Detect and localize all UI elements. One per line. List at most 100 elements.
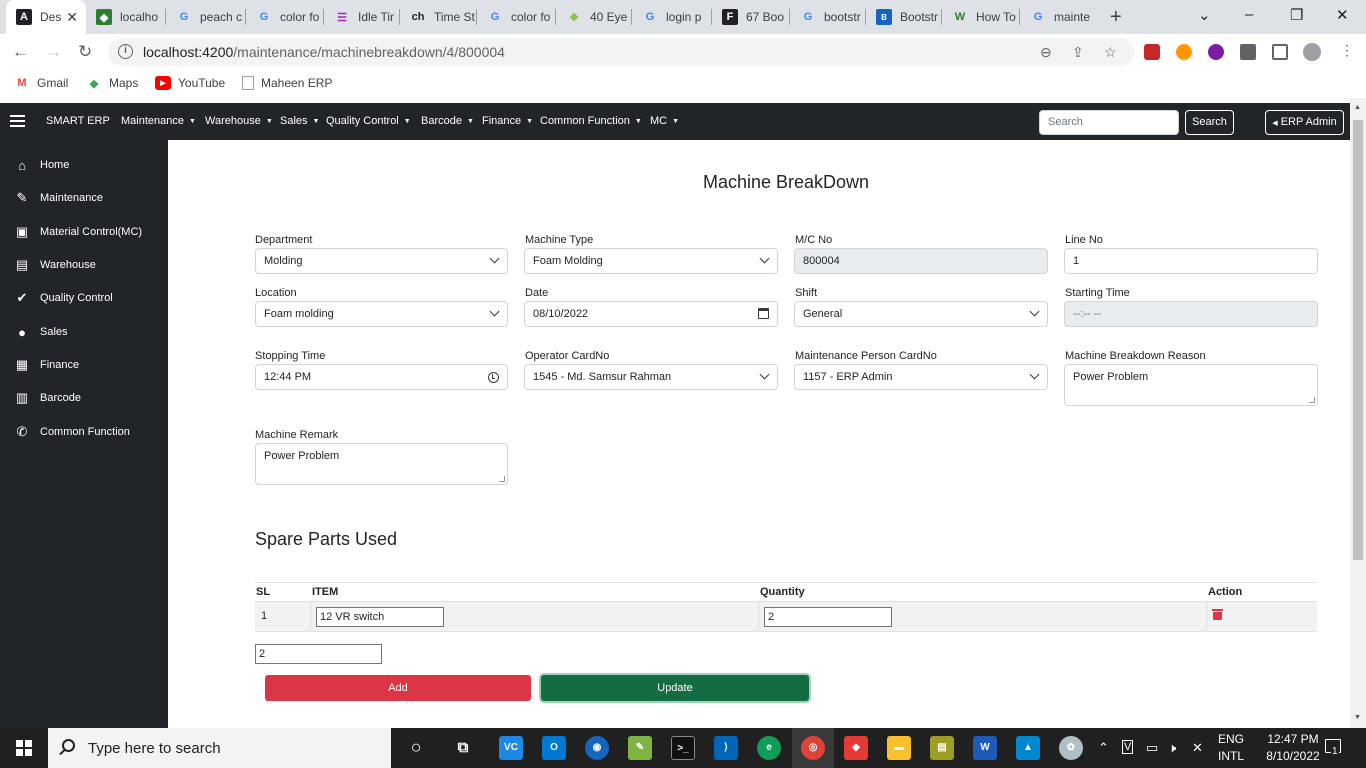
task-view-icon[interactable]: ⧉: [451, 736, 475, 760]
menu-maintenance[interactable]: Maintenance ▼: [121, 115, 196, 127]
browser-tab[interactable]: ☰ Idle Tir: [324, 0, 400, 34]
show-hidden-icons[interactable]: ⌃: [1098, 740, 1109, 756]
puzzle-icon[interactable]: [1240, 44, 1256, 60]
cortana-icon[interactable]: ○: [404, 736, 428, 760]
windows-start-icon[interactable]: [16, 740, 32, 756]
chrome-icon[interactable]: ◎: [801, 736, 825, 760]
taskbar-search[interactable]: Type here to search: [48, 728, 391, 768]
browser-tab[interactable]: F 67 Boo: [712, 0, 790, 34]
extra-input[interactable]: 2: [255, 644, 382, 664]
browser-tab[interactable]: ch Time St: [400, 0, 477, 34]
sidebar-item-quality-control[interactable]: ✔ Quality Control: [0, 288, 168, 308]
scroll-up-icon[interactable]: ▲: [1354, 104, 1361, 111]
terminal-icon[interactable]: >_: [671, 736, 695, 760]
browser-tab[interactable]: G peach c: [166, 0, 246, 34]
user-dropdown-button[interactable]: ◀ ERP Admin: [1265, 110, 1344, 135]
item-input[interactable]: 12 VR switch: [316, 607, 444, 627]
edge-icon[interactable]: e: [757, 736, 781, 760]
anydesk-icon[interactable]: ◆: [844, 736, 868, 760]
remark-textarea[interactable]: Power Problem: [255, 443, 508, 485]
bookmark-maps[interactable]: ◆ Maps: [86, 76, 139, 90]
scroll-thumb[interactable]: [1353, 120, 1363, 560]
date-field[interactable]: 08/10/2022: [524, 301, 778, 327]
ublock-icon[interactable]: [1144, 44, 1160, 60]
address-bar[interactable]: i localhost:4200/maintenance/machinebrea…: [108, 38, 1134, 66]
resize-grip-icon[interactable]: [499, 476, 505, 482]
notepad-plus-icon[interactable]: ✎: [628, 736, 652, 760]
color-picker-icon[interactable]: [1208, 44, 1224, 60]
navbar-search-button[interactable]: Search: [1185, 110, 1234, 135]
pen-icon[interactable]: ✕: [1192, 740, 1203, 756]
menu-common-function[interactable]: Common Function ▼: [540, 115, 642, 127]
forward-icon[interactable]: →: [45, 42, 62, 62]
page-scrollbar[interactable]: ▲ ▼: [1350, 98, 1366, 728]
bookmark-maheen-erp[interactable]: Maheen ERP: [242, 76, 332, 90]
language-indicator[interactable]: ENG: [1218, 732, 1244, 746]
sidebar-item-maintenance[interactable]: ✎ Maintenance: [0, 188, 168, 208]
bookmark-gmail[interactable]: M Gmail: [14, 76, 68, 90]
firefox-icon[interactable]: ◉: [585, 736, 609, 760]
sidebar-item-material-control[interactable]: ▣ Material Control(MC): [0, 222, 168, 242]
menu-mc[interactable]: MC ▼: [650, 115, 679, 127]
browser-tab[interactable]: ◆ localho: [86, 0, 166, 34]
operator-select[interactable]: 1545 - Md. Samsur Rahman: [524, 364, 778, 390]
zoom-icon[interactable]: ⊖: [1040, 44, 1052, 61]
browser-tab[interactable]: ❖ 40 Eye: [556, 0, 632, 34]
browser-tab[interactable]: G bootstr: [790, 0, 866, 34]
machine-type-select[interactable]: Foam Molding: [524, 248, 778, 274]
network-icon[interactable]: ▭: [1146, 740, 1158, 756]
breakdown-reason-textarea[interactable]: Power Problem: [1064, 364, 1318, 406]
outlook-icon[interactable]: O: [542, 736, 566, 760]
file-explorer-icon[interactable]: ▬: [887, 736, 911, 760]
sidebar-item-barcode[interactable]: ▥ Barcode: [0, 388, 168, 408]
close-window-icon[interactable]: ✕: [1336, 6, 1349, 24]
sidebar-item-warehouse[interactable]: ▤ Warehouse: [0, 255, 168, 275]
sidebar-item-common-function[interactable]: ✆ Common Function: [0, 422, 168, 442]
hamburger-menu-icon[interactable]: [10, 115, 25, 127]
minimize-icon[interactable]: –: [1245, 6, 1253, 23]
scroll-down-icon[interactable]: ▼: [1354, 714, 1361, 721]
bookmark-star-icon[interactable]: ☆: [1104, 44, 1117, 61]
share-icon[interactable]: ⇪: [1072, 44, 1084, 61]
volume-muted-icon[interactable]: 🕨: [1168, 740, 1176, 756]
url-text[interactable]: localhost:4200/maintenance/machinebreakd…: [143, 44, 505, 60]
department-select[interactable]: Molding: [255, 248, 508, 274]
menu-warehouse[interactable]: Warehouse ▼: [205, 115, 273, 127]
vscode-icon[interactable]: ⟩: [714, 736, 738, 760]
sidebar-item-sales[interactable]: ● Sales: [0, 322, 168, 342]
browser-tab[interactable]: G color fo: [246, 0, 324, 34]
add-button[interactable]: Add: [265, 675, 531, 701]
back-icon[interactable]: ←: [12, 42, 29, 62]
vs-app-icon[interactable]: VC: [499, 736, 523, 760]
menu-sales[interactable]: Sales ▼: [280, 115, 319, 127]
quantity-input[interactable]: 2: [764, 607, 892, 627]
location-select[interactable]: Foam molding: [255, 301, 508, 327]
tab-search-icon[interactable]: ⌄: [1198, 6, 1211, 24]
sidebar-item-finance[interactable]: ▦ Finance: [0, 355, 168, 375]
extension-color-icon[interactable]: [1176, 44, 1192, 60]
navbar-search-input[interactable]: Search: [1039, 110, 1179, 135]
reload-icon[interactable]: ↻: [78, 42, 92, 62]
notepad-icon[interactable]: ▤: [930, 736, 954, 760]
resize-grip-icon[interactable]: [1309, 397, 1315, 403]
line-no-field[interactable]: 1: [1064, 248, 1318, 274]
photos-icon[interactable]: ▲: [1016, 736, 1040, 760]
keyboard-layout[interactable]: INTL: [1218, 749, 1244, 763]
word-icon[interactable]: W: [973, 736, 997, 760]
profile-avatar[interactable]: [1303, 43, 1321, 61]
site-info-icon[interactable]: i: [118, 44, 133, 59]
trash-icon[interactable]: [1212, 609, 1223, 620]
brand[interactable]: SMART ERP: [46, 115, 110, 127]
maintenance-person-select[interactable]: 1157 - ERP Admin: [794, 364, 1048, 390]
browser-tab[interactable]: G color fo: [477, 0, 556, 34]
side-panel-icon[interactable]: [1272, 44, 1288, 60]
clock-time[interactable]: 12:47 PM: [1258, 732, 1328, 746]
browser-tab[interactable]: G login p: [632, 0, 712, 34]
sidebar-item-home[interactable]: ⌂ Home: [0, 155, 168, 175]
browser-menu-icon[interactable]: ⋮: [1340, 42, 1354, 58]
menu-quality-control[interactable]: Quality Control ▼: [326, 115, 411, 127]
clock-date[interactable]: 8/10/2022: [1258, 749, 1328, 763]
new-tab-button[interactable]: +: [1110, 6, 1122, 29]
browser-tab[interactable]: B Bootstr: [866, 0, 942, 34]
calendar-icon[interactable]: [758, 308, 769, 319]
